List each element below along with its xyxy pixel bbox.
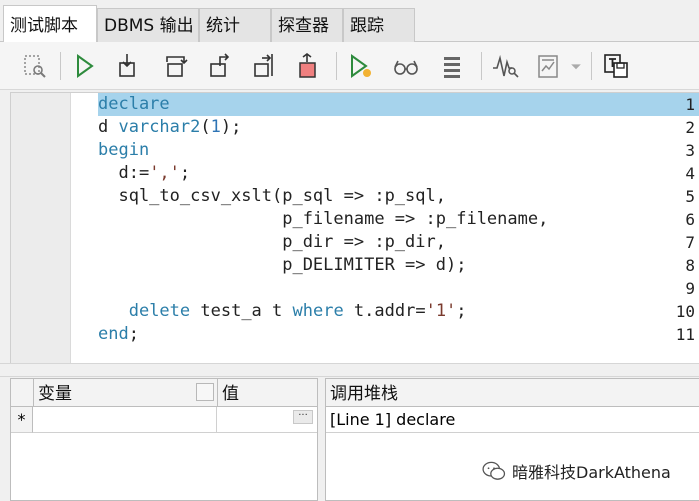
code-line: sql_to_csv_xslt(p_sql => :p_sql, [98, 186, 446, 206]
code-line: p_DELIMITER => d); [98, 255, 467, 275]
dropdown-arrow-icon[interactable] [566, 49, 586, 83]
tab-statistics[interactable]: 统计 [199, 8, 271, 42]
watch-glasses-icon[interactable] [390, 49, 422, 83]
code-line: p_filename => :p_filename, [98, 209, 549, 229]
run-icon[interactable] [68, 49, 100, 83]
watermark: 暗雅科技DarkAthena [482, 456, 671, 486]
code-line: begin [98, 140, 150, 160]
stop-icon[interactable] [292, 49, 324, 83]
column-header-variable[interactable]: 变量 [33, 379, 217, 407]
save-output-icon[interactable] [600, 49, 632, 83]
line-number-gutter [11, 93, 71, 363]
report-icon[interactable] [532, 49, 564, 83]
profiler-wave-icon[interactable] [490, 49, 522, 83]
code-line: declare [98, 94, 170, 114]
code-line: d:=','; [98, 163, 191, 183]
row-header-corner [11, 379, 33, 407]
column-checkbox[interactable] [196, 383, 214, 401]
call-stack-header: 调用堆栈 [326, 379, 699, 407]
watermark-text: 暗雅科技DarkAthena [512, 463, 671, 482]
line-number: 9 [685, 279, 695, 298]
code-line: end; [98, 324, 139, 344]
tab-trace[interactable]: 跟踪 [343, 8, 415, 42]
code-line: delete test_a t where t.addr='1'; [128, 301, 467, 321]
debug-run-icon[interactable] [344, 49, 376, 83]
tab-profiler[interactable]: 探查器 [271, 8, 343, 42]
ellipsis-button[interactable]: ··· [293, 410, 313, 424]
stack-list-icon[interactable] [436, 49, 468, 83]
code-line: d varchar2(1); [98, 117, 242, 137]
find-icon[interactable] [19, 49, 51, 83]
run-to-exception-icon[interactable] [248, 49, 280, 83]
tab-bar: 测试脚本 DBMS 输出 统计 探查器 跟踪 [0, 0, 699, 43]
call-stack-row[interactable]: [Line 1] declare [326, 407, 699, 433]
variables-grid[interactable]: 变量 值 * ··· [10, 378, 318, 501]
new-row-marker: * [11, 407, 33, 433]
tab-test-script[interactable]: 测试脚本 [3, 5, 97, 43]
code-editor[interactable]: 1 2 3 4 5 6 7 8 9 10 11 declare d varcha… [10, 92, 699, 363]
panel-splitter[interactable] [0, 363, 699, 377]
step-over-icon[interactable] [160, 49, 192, 83]
variable-name-cell[interactable] [33, 407, 217, 433]
step-into-icon[interactable] [112, 49, 144, 83]
column-header-value[interactable]: 值 [217, 379, 317, 407]
step-out-icon[interactable] [204, 49, 236, 83]
wechat-icon [482, 461, 506, 480]
code-line: p_dir => :p_dir, [98, 232, 446, 252]
tab-dbms-output[interactable]: DBMS 输出 [97, 8, 199, 42]
debug-toolbar [0, 42, 699, 90]
